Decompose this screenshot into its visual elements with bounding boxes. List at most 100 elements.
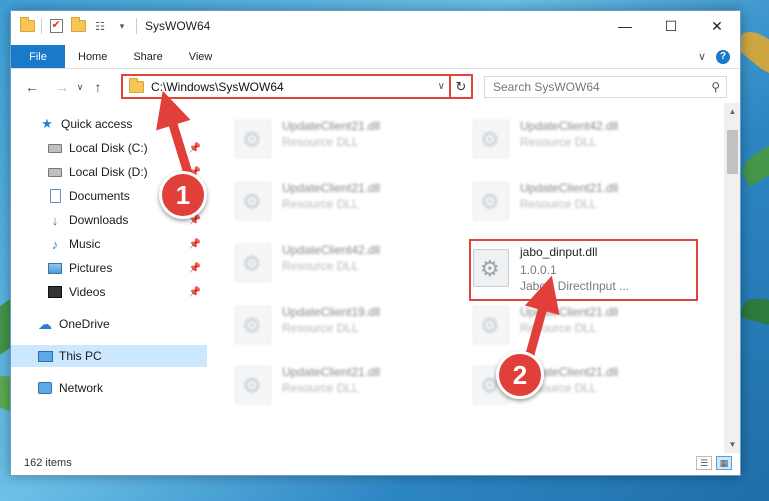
up-button[interactable]: ↑ xyxy=(87,76,109,98)
file-list: UpdateClient21.dll Resource DLL UpdateCl… xyxy=(211,103,723,449)
properties-icon[interactable] xyxy=(48,18,64,34)
sidebar-item-label: This PC xyxy=(59,349,102,363)
sidebar-item-videos[interactable]: Videos 📌 xyxy=(11,281,207,303)
file-name: UpdateClient21.dll xyxy=(282,365,381,379)
network-icon xyxy=(37,381,53,395)
scroll-thumb[interactable] xyxy=(727,130,738,174)
dll-file-icon xyxy=(235,306,271,344)
disk-icon xyxy=(47,165,63,179)
folder-icon xyxy=(129,77,144,93)
customize-toolbar-icon[interactable]: ▾ xyxy=(114,18,130,34)
new-folder-icon[interactable] xyxy=(70,17,86,34)
file-highlight-box xyxy=(469,239,698,301)
file-type: Resource DLL xyxy=(282,197,359,211)
sidebar-item-label: OneDrive xyxy=(59,317,110,331)
file-item[interactable]: UpdateClient42.dll Resource DLL xyxy=(449,113,679,161)
wallpaper-leaf xyxy=(739,293,769,331)
file-item[interactable]: UpdateClient21.dll Resource DLL xyxy=(211,359,441,407)
sidebar-item-label: Quick access xyxy=(61,117,133,131)
vertical-scrollbar[interactable]: ▲ ▼ xyxy=(724,103,740,453)
help-icon[interactable]: ? xyxy=(716,49,730,64)
star-icon: ★ xyxy=(41,116,53,131)
tab-home[interactable]: Home xyxy=(65,45,120,68)
navigation-pane: ★ Quick access Local Disk (C:) 📌 Local D… xyxy=(11,111,207,451)
tab-share[interactable]: Share xyxy=(120,45,175,68)
pin-icon[interactable]: 📌 xyxy=(189,287,201,298)
this-pc-icon xyxy=(37,349,53,363)
pictures-icon xyxy=(47,261,63,275)
file-item[interactable]: UpdateClient42.dll Resource DLL xyxy=(211,237,441,285)
sidebar-item-onedrive[interactable]: ☁ OneDrive xyxy=(11,313,207,335)
file-name: UpdateClient21.dll xyxy=(520,305,619,319)
address-path[interactable]: C:\Windows\SysWOW64 xyxy=(151,80,284,94)
tab-view[interactable]: View xyxy=(176,45,226,68)
videos-icon xyxy=(47,285,63,299)
downloads-icon: ↓ xyxy=(51,212,59,228)
dll-file-icon xyxy=(235,244,271,282)
ribbon-tabs: File Home Share View ∨ ? xyxy=(11,45,740,69)
scroll-up-icon[interactable]: ▲ xyxy=(724,103,740,120)
file-item[interactable]: UpdateClient21.dll Resource DLL xyxy=(449,359,679,407)
sidebar-item-label: Music xyxy=(69,237,101,251)
dll-file-icon xyxy=(235,182,271,220)
sidebar-item-label: Local Disk (D:) xyxy=(69,165,148,179)
file-item[interactable]: UpdateClient21.dll Resource DLL xyxy=(211,113,441,161)
title-bar: ☷ ▾ SysWOW64 — ☐ ✕ xyxy=(11,11,740,41)
dll-file-icon xyxy=(473,306,509,344)
search-icon[interactable]: ⚲ xyxy=(711,80,720,94)
file-type: Resource DLL xyxy=(520,135,597,149)
minimize-button[interactable]: — xyxy=(602,11,648,41)
details-view-icon[interactable]: ☰ xyxy=(696,456,712,470)
navigation-bar: ← → ∨ ↑ C:\Windows\SysWOW64 ∨ ↻ Search S… xyxy=(11,73,740,101)
tiles-view-icon[interactable]: ▦ xyxy=(716,456,732,470)
music-icon: ♪ xyxy=(51,236,59,252)
file-type: Resource DLL xyxy=(282,135,359,149)
item-count: 162 items xyxy=(24,457,72,469)
rename-icon[interactable]: ☷ xyxy=(92,18,108,34)
maximize-button[interactable]: ☐ xyxy=(648,11,694,41)
sidebar-item-local-disk-c[interactable]: Local Disk (C:) 📌 xyxy=(11,137,207,159)
close-button[interactable]: ✕ xyxy=(694,11,740,41)
sidebar-item-label: Local Disk (C:) xyxy=(69,141,148,155)
status-bar: 162 items ☰ ▦ xyxy=(11,451,740,475)
forward-button[interactable]: → xyxy=(51,76,73,98)
recent-locations-button[interactable]: ∨ xyxy=(73,76,87,98)
sidebar-item-label: Documents xyxy=(69,189,130,203)
sidebar-item-pictures[interactable]: Pictures 📌 xyxy=(11,257,207,279)
address-bar[interactable]: C:\Windows\SysWOW64 ∨ xyxy=(121,74,451,99)
file-name: UpdateClient42.dll xyxy=(520,119,619,133)
file-type: Resource DLL xyxy=(520,321,597,335)
file-name: UpdateClient19.dll xyxy=(282,305,381,319)
expand-ribbon-icon[interactable]: ∨ xyxy=(698,50,706,63)
file-type: Resource DLL xyxy=(282,259,359,273)
dll-file-icon xyxy=(235,120,271,158)
back-button[interactable]: ← xyxy=(21,76,43,98)
file-item[interactable]: UpdateClient21.dll Resource DLL xyxy=(449,299,679,347)
sidebar-item-label: Pictures xyxy=(69,261,113,275)
file-name: UpdateClient21.dll xyxy=(282,181,381,195)
sidebar-item-label: Network xyxy=(59,381,104,395)
file-name: UpdateClient42.dll xyxy=(282,243,381,257)
toolbar-divider xyxy=(41,18,42,34)
dll-file-icon xyxy=(473,182,509,220)
sidebar-item-music[interactable]: ♪ Music 📌 xyxy=(11,233,207,255)
search-input[interactable]: Search SysWOW64 ⚲ xyxy=(484,76,727,98)
refresh-button[interactable]: ↻ xyxy=(451,74,473,99)
file-type: Resource DLL xyxy=(520,197,597,211)
window-title: SysWOW64 xyxy=(145,19,211,33)
address-dropdown-icon[interactable]: ∨ xyxy=(438,81,445,92)
file-item[interactable]: UpdateClient21.dll Resource DLL xyxy=(211,175,441,223)
file-item[interactable]: UpdateClient21.dll Resource DLL xyxy=(449,175,679,223)
sidebar-item-this-pc[interactable]: This PC xyxy=(11,345,207,367)
pin-icon[interactable]: 📌 xyxy=(189,263,201,274)
tab-file[interactable]: File xyxy=(11,45,65,68)
quick-access-toolbar: ☷ ▾ xyxy=(11,17,137,34)
sidebar-item-network[interactable]: Network xyxy=(11,377,207,399)
pin-icon[interactable]: 📌 xyxy=(189,239,201,250)
file-item[interactable]: UpdateClient19.dll Resource DLL xyxy=(211,299,441,347)
sidebar-item-quick-access[interactable]: ★ Quick access xyxy=(11,113,207,135)
pin-icon[interactable]: 📌 xyxy=(189,143,201,154)
search-placeholder: Search SysWOW64 xyxy=(493,80,600,94)
step-2-badge: 2 xyxy=(496,351,544,399)
dll-file-icon xyxy=(235,366,271,404)
